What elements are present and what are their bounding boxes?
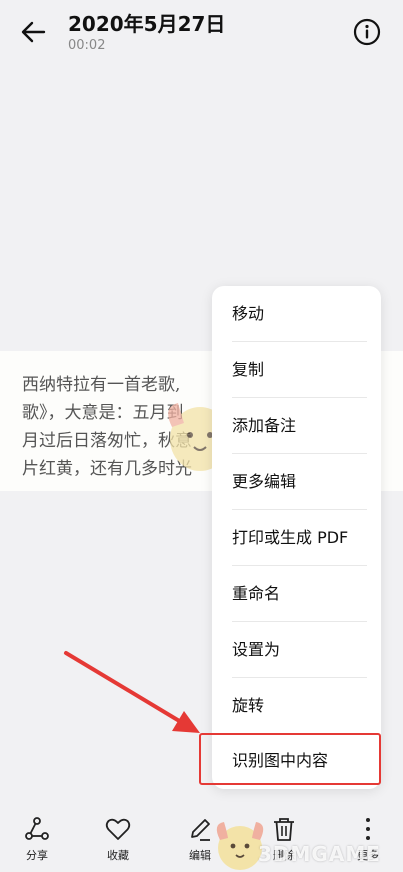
annotation-arrow-icon [64, 651, 200, 733]
favorite-button[interactable]: 收藏 [88, 815, 148, 863]
info-circle-icon[interactable] [352, 17, 382, 47]
menu-item-rename[interactable]: 重命名 [232, 566, 367, 622]
menu-item-set-as[interactable]: 设置为 [232, 622, 367, 678]
menu-item-print-pdf[interactable]: 打印或生成 PDF [232, 510, 367, 566]
favorite-label: 收藏 [107, 849, 129, 862]
page-title: 2020年5月27日 [68, 12, 226, 36]
share-icon [25, 817, 49, 840]
menu-item-add-note[interactable]: 添加备注 [232, 398, 367, 454]
context-menu: 移动 复制 添加备注 更多编辑 打印或生成 PDF 重命名 设置为 旋转 识别图… [212, 286, 381, 789]
trash-icon [274, 818, 294, 841]
arrow-left-icon[interactable] [18, 16, 50, 48]
menu-item-more-edit[interactable]: 更多编辑 [232, 454, 367, 510]
watermark-text: 3DMGAME [258, 842, 381, 866]
share-label: 分享 [26, 849, 48, 862]
more-vertical-icon [366, 818, 370, 840]
annotation-highlight-box [199, 733, 381, 785]
top-bar: 2020年5月27日 00:02 [0, 0, 403, 70]
menu-item-move[interactable]: 移动 [232, 286, 367, 342]
heart-icon [105, 818, 131, 840]
page-subtitle: 00:02 [68, 38, 106, 53]
share-button[interactable]: 分享 [7, 815, 67, 863]
menu-item-rotate[interactable]: 旋转 [232, 678, 367, 734]
menu-item-copy[interactable]: 复制 [232, 342, 367, 398]
